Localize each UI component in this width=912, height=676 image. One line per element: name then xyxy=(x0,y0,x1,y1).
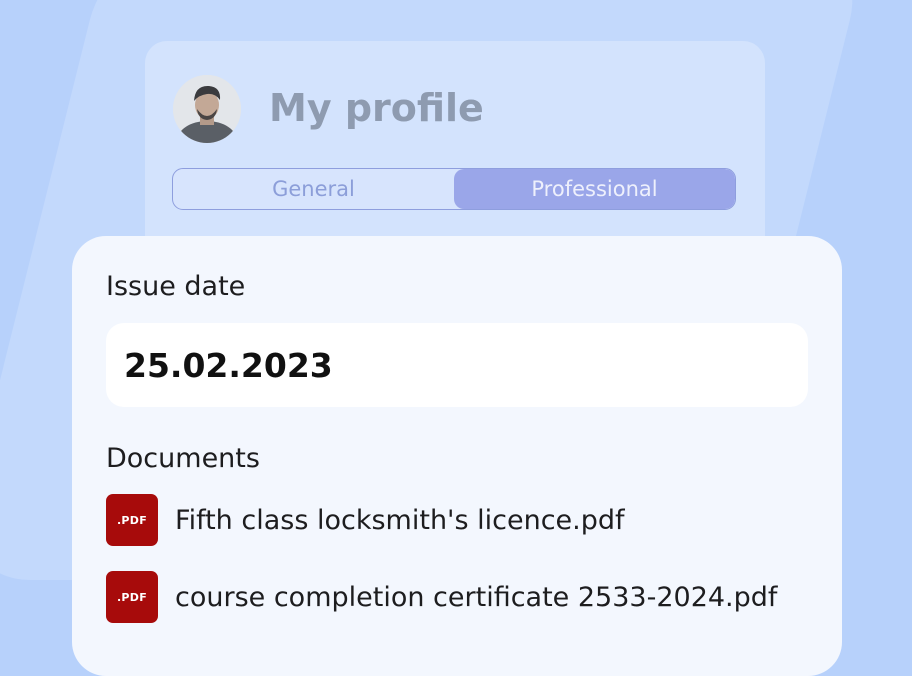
page-title: My profile xyxy=(269,86,484,130)
document-item[interactable]: .PDF course completion certificate 2533-… xyxy=(106,571,777,623)
profile-tab-switch: General Professional xyxy=(172,168,736,210)
tab-general[interactable]: General xyxy=(173,169,454,209)
documents-label: Documents xyxy=(106,443,260,474)
document-name: course completion certificate 2533-2024.… xyxy=(175,581,778,613)
user-avatar-icon xyxy=(173,75,241,143)
tab-professional[interactable]: Professional xyxy=(454,169,735,209)
issue-date-label: Issue date xyxy=(106,271,246,302)
issue-date-value: 25.02.2023 xyxy=(124,345,333,385)
pdf-file-icon: .PDF xyxy=(106,494,158,546)
pdf-file-icon: .PDF xyxy=(106,571,158,623)
document-name: Fifth class locksmith's licence.pdf xyxy=(175,504,625,536)
document-item[interactable]: .PDF Fifth class locksmith's licence.pdf xyxy=(106,494,625,546)
issue-date-field[interactable]: 25.02.2023 xyxy=(106,323,808,407)
professional-details-card: Issue date 25.02.2023 Documents .PDF Fif… xyxy=(72,236,842,676)
avatar[interactable] xyxy=(173,75,241,143)
